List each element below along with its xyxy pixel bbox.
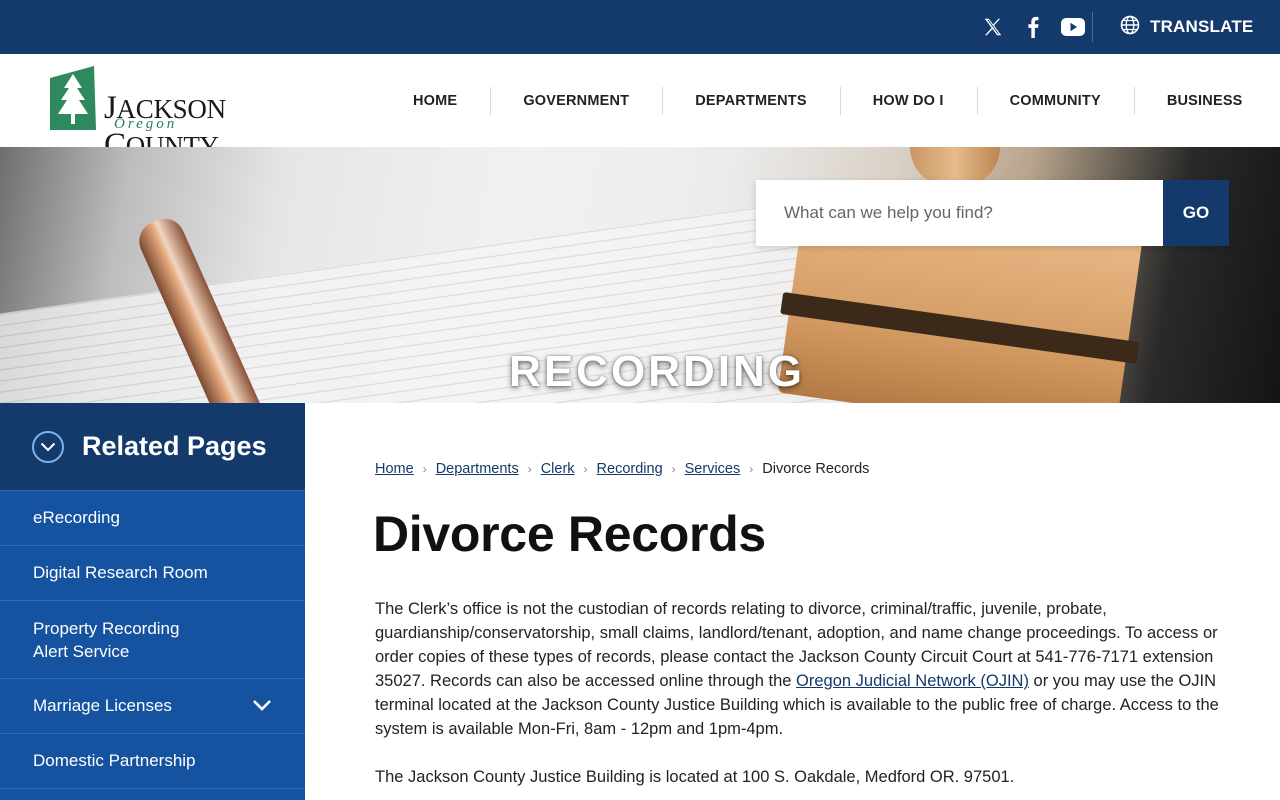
chevron-down-circle-icon	[32, 430, 64, 463]
sidebar-item-label: Marriage Licenses	[33, 696, 172, 715]
breadcrumb-current: Divorce Records	[762, 461, 870, 477]
breadcrumb-separator-icon: ›	[671, 462, 676, 476]
breadcrumb-separator-icon: ›	[422, 462, 427, 476]
x-icon[interactable]	[980, 14, 1006, 40]
breadcrumb-services[interactable]: Services	[685, 461, 741, 477]
sidebar-item-label: eRecording	[33, 508, 120, 527]
page-title: Divorce Records	[373, 506, 766, 562]
breadcrumb-departments[interactable]: Departments	[436, 461, 519, 477]
search-input[interactable]	[756, 180, 1163, 246]
sidebar-item-domestic-partnership[interactable]: Domestic Partnership	[0, 734, 305, 789]
search-box: GO	[756, 180, 1229, 246]
related-pages-sidebar: Related Pages eRecording Digital Researc…	[0, 403, 305, 800]
pine-tree-logo-icon	[50, 66, 96, 130]
nav-community[interactable]: COMMUNITY	[976, 86, 1134, 115]
youtube-icon[interactable]	[1060, 14, 1086, 40]
intro-paragraph: The Clerk’s office is not the custodian …	[375, 600, 1219, 738]
ojin-link[interactable]: Oregon Judicial Network (OJIN)	[796, 672, 1029, 690]
breadcrumb-separator-icon: ›	[749, 462, 754, 476]
related-pages-heading: Related Pages	[82, 431, 267, 461]
sidebar-item-erecording[interactable]: eRecording	[0, 491, 305, 546]
breadcrumb-separator-icon: ›	[527, 462, 532, 476]
sidebar-item-label: Digital Research Room	[33, 563, 208, 582]
sidebar-item-digital-research-room[interactable]: Digital Research Room	[0, 546, 305, 601]
breadcrumb-separator-icon: ›	[583, 462, 588, 476]
breadcrumb-home[interactable]: Home	[375, 461, 414, 477]
breadcrumb: Home › Departments › Clerk › Recording ›…	[375, 461, 869, 477]
nav-departments[interactable]: DEPARTMENTS	[662, 86, 840, 115]
breadcrumb-clerk[interactable]: Clerk	[541, 461, 575, 477]
top-bar: TRANSLATE	[0, 0, 1280, 54]
sidebar-item-label: Domestic Partnership	[33, 751, 196, 770]
globe-icon	[1120, 15, 1140, 40]
site-header: JACKSON COUNTY Oregon HOME GOVERNMENT DE…	[0, 54, 1280, 163]
hero-title: RECORDING	[509, 347, 805, 396]
sidebar-item-property-recording-alert[interactable]: Property Recording Alert Service	[0, 601, 305, 679]
topbar-divider	[1092, 12, 1093, 42]
nav-business[interactable]: BUSINESS	[1133, 86, 1276, 115]
sidebar-item-label: Property Recording Alert Service	[33, 618, 180, 661]
facebook-icon[interactable]	[1020, 14, 1046, 40]
nav-home[interactable]: HOME	[380, 93, 490, 109]
logo-subtitle: Oregon	[114, 116, 178, 132]
chevron-down-icon[interactable]	[252, 696, 272, 716]
breadcrumb-recording[interactable]: Recording	[597, 461, 663, 477]
social-links	[980, 0, 1086, 54]
translate-button[interactable]: TRANSLATE	[1120, 0, 1253, 54]
search-go-button[interactable]: GO	[1163, 180, 1229, 246]
main-nav: HOME GOVERNMENT DEPARTMENTS HOW DO I COM…	[380, 54, 1276, 147]
jackson-county-logo[interactable]: JACKSON COUNTY Oregon	[48, 64, 328, 163]
main-content: Home › Departments › Clerk › Recording ›…	[305, 403, 1280, 800]
translate-label: TRANSLATE	[1150, 17, 1254, 36]
nav-government[interactable]: GOVERNMENT	[490, 86, 662, 115]
justice-building-paragraph: The Jackson County Justice Building is l…	[375, 768, 1015, 786]
related-pages-toggle[interactable]: Related Pages	[0, 403, 305, 491]
sidebar-item-marriage-licenses[interactable]: Marriage Licenses	[0, 679, 305, 734]
nav-how-do-i[interactable]: HOW DO I	[839, 86, 977, 115]
